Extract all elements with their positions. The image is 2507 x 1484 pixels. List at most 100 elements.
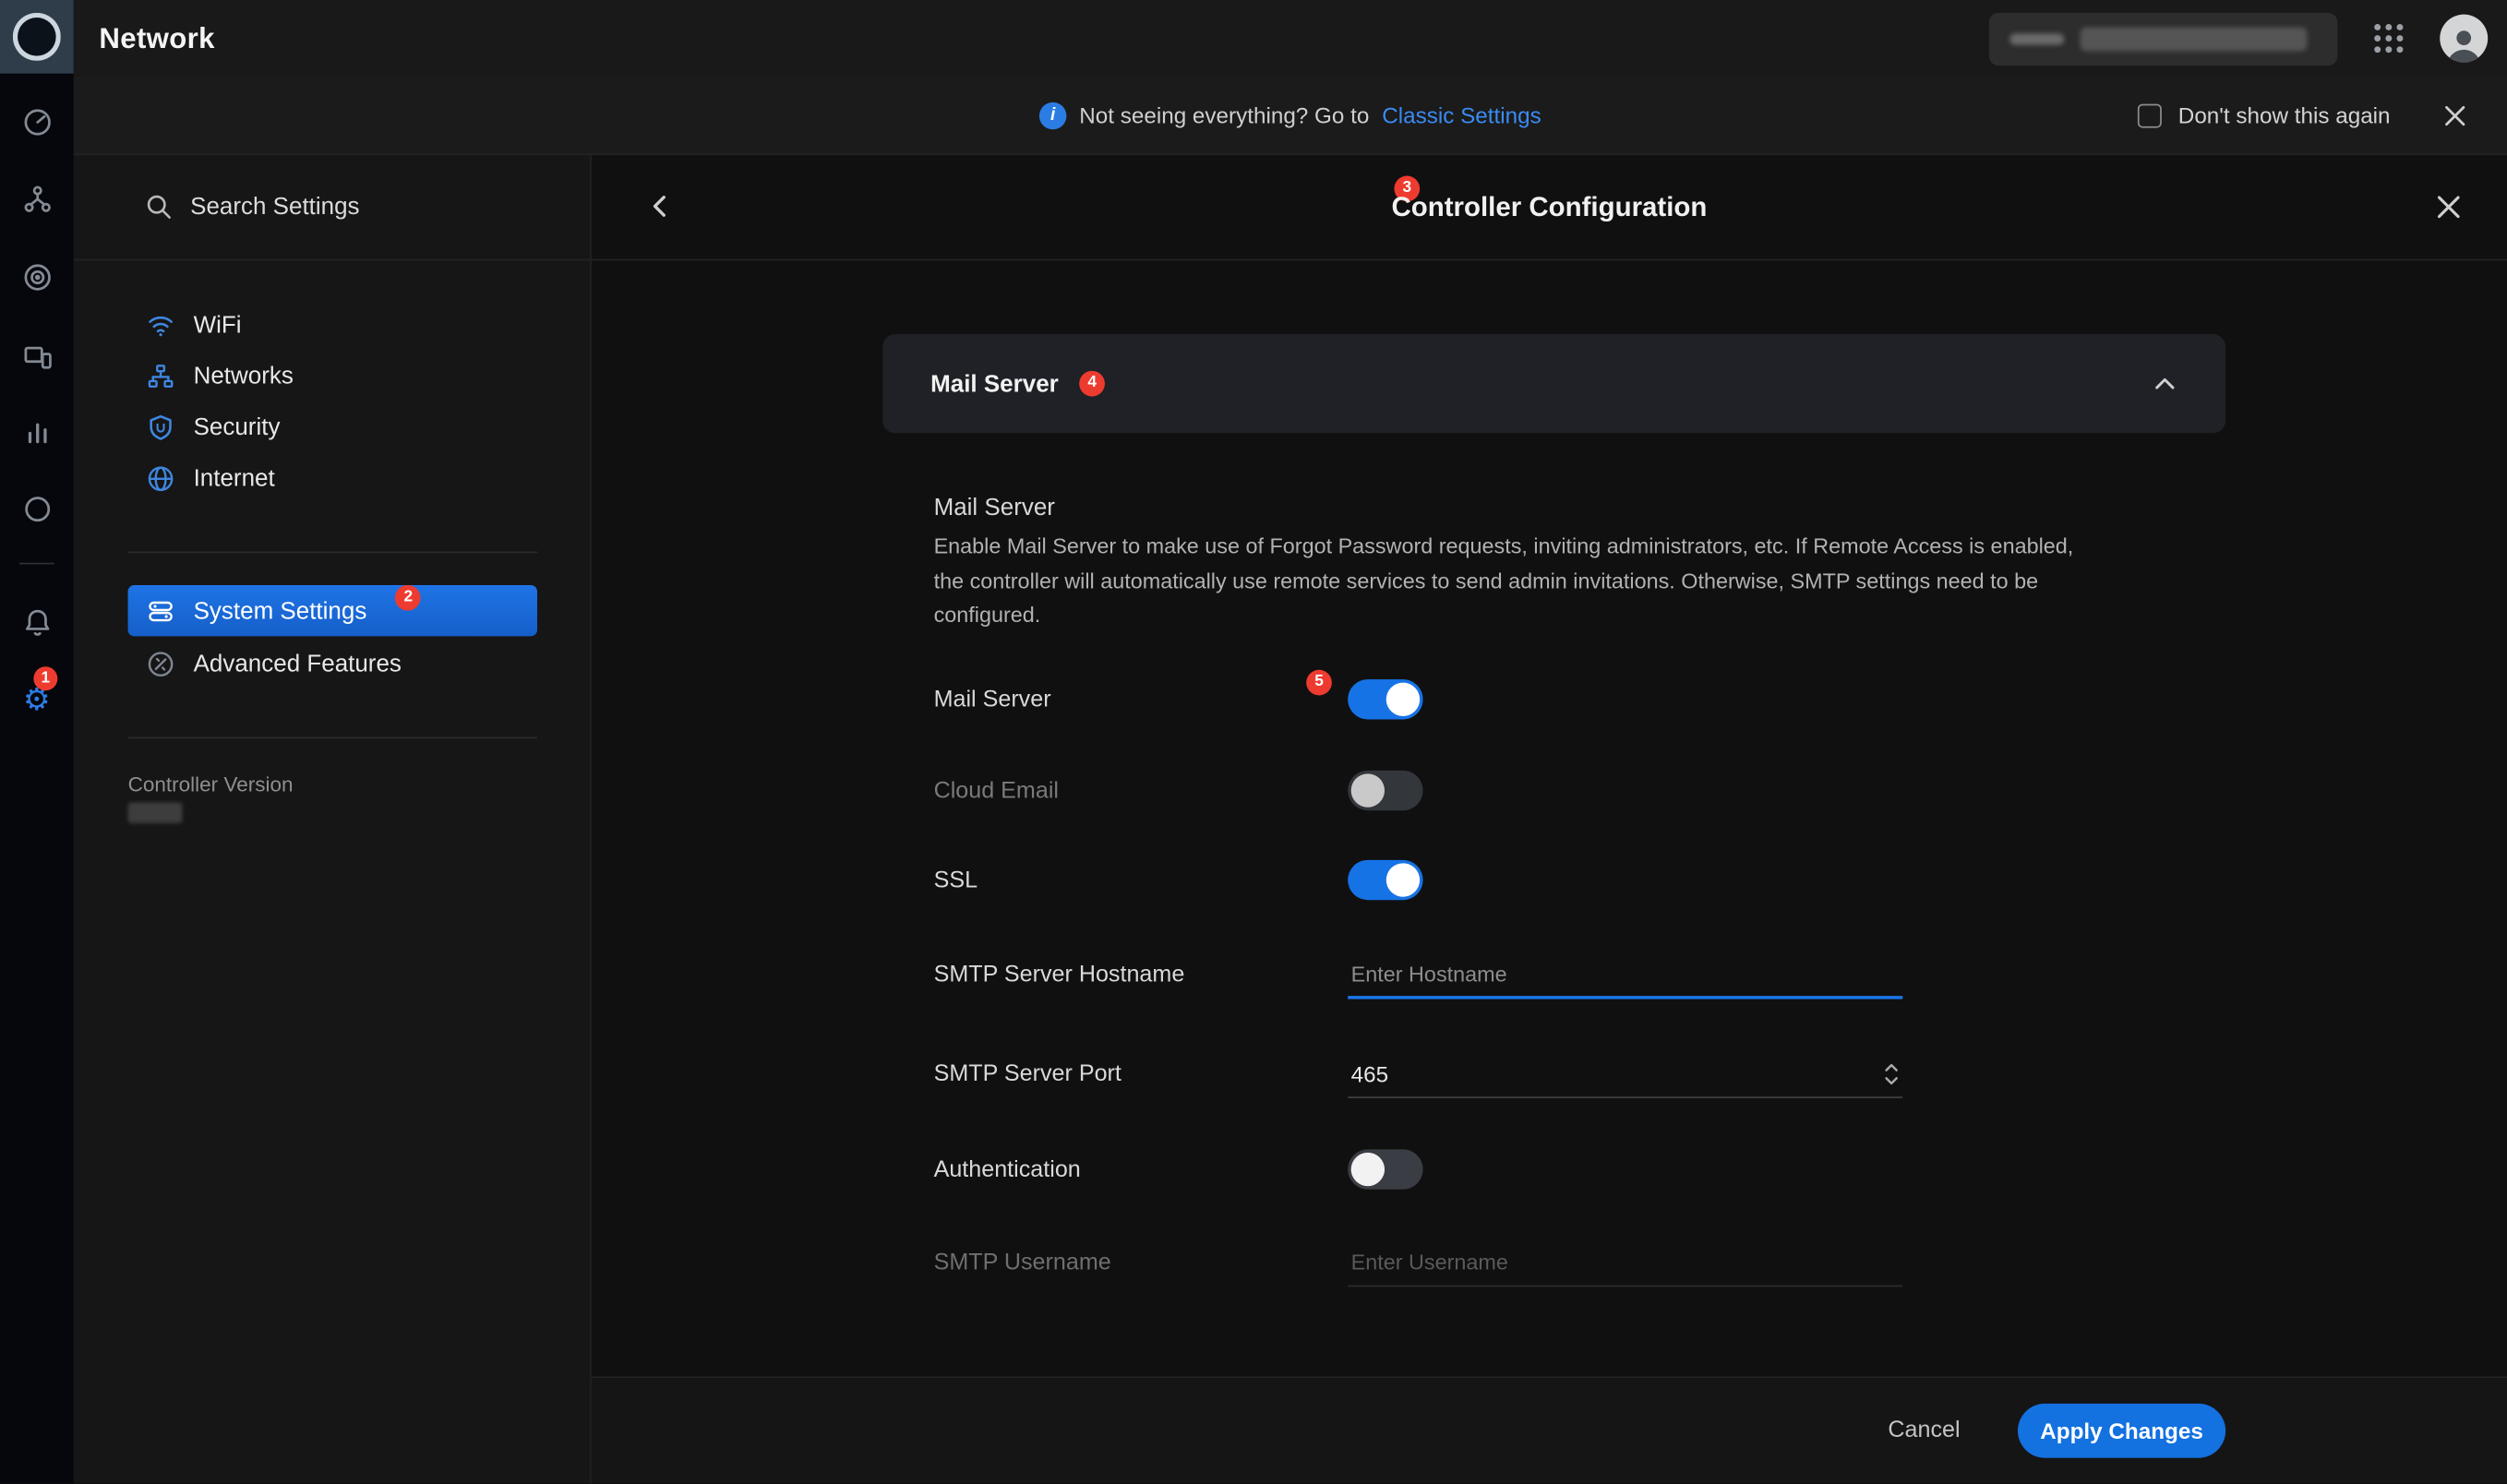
step-badge: 3 xyxy=(1394,175,1421,202)
internet-globe-icon xyxy=(147,464,174,491)
field-label: SMTP Username xyxy=(933,1250,1111,1276)
field-label: SMTP Server Port xyxy=(933,1061,1122,1087)
controller-version-label: Controller Version xyxy=(127,772,294,796)
toggle-knob xyxy=(1385,863,1421,897)
smtp-port-input[interactable] xyxy=(1348,1050,1903,1097)
user-avatar[interactable] xyxy=(2440,14,2489,63)
sidebar-item-label: Internet xyxy=(193,464,275,492)
sidebar-item-wifi[interactable]: WiFi xyxy=(128,299,537,350)
banner-close-icon[interactable] xyxy=(2441,102,2468,128)
app-root: ⚙ 1 Network i Not seeing everything? Go … xyxy=(0,0,2507,1484)
apps-grid-icon[interactable] xyxy=(2374,23,2404,54)
dashboard-icon[interactable] xyxy=(0,85,74,159)
sidebar-item-networks[interactable]: Networks xyxy=(128,350,537,401)
security-shield-icon xyxy=(147,413,174,440)
system-settings-badge: 2 xyxy=(395,584,422,611)
advanced-features-icon xyxy=(147,650,174,676)
port-stepper-icon[interactable] xyxy=(1883,1059,1899,1086)
clients-icon[interactable] xyxy=(0,472,74,545)
wifi-icon xyxy=(147,311,174,338)
cloud-email-row: Cloud Email xyxy=(933,770,2443,811)
search-icon xyxy=(147,195,171,219)
toggle-knob xyxy=(1350,773,1385,808)
smtp-hostname-row: SMTP Server Hostname xyxy=(934,951,2443,999)
dont-show-label: Don't show this again xyxy=(2177,102,2391,128)
field-label: SMTP Server Hostname xyxy=(933,962,1185,988)
devices-icon[interactable] xyxy=(0,318,74,392)
mail-server-row: Mail Server 5 xyxy=(933,669,2443,720)
rail-divider xyxy=(18,562,54,565)
dont-show-checkbox[interactable] xyxy=(2138,102,2163,127)
mail-server-badge: 5 xyxy=(1306,669,1332,696)
authentication-row: Authentication xyxy=(933,1149,2443,1190)
topbar: Network xyxy=(73,0,2507,78)
ssl-row: SSL xyxy=(933,859,2443,901)
smtp-port-field xyxy=(1348,1050,1903,1098)
panel-footer: Cancel Apply Changes xyxy=(591,1376,2507,1484)
sidebar-item-label: System Settings xyxy=(193,596,367,625)
accordion-badge: 4 xyxy=(1079,370,1105,397)
section-title: Mail Server xyxy=(933,494,1055,521)
cloud-email-toggle[interactable] xyxy=(1348,770,1423,811)
topology-icon[interactable] xyxy=(0,162,74,235)
back-icon[interactable] xyxy=(646,192,675,221)
topbar-right xyxy=(1988,11,2507,66)
settings-badge: 1 xyxy=(33,666,58,691)
controller-configuration-panel: 3 Controller Configuration Mail Server 4… xyxy=(591,155,2507,1484)
sidebar-item-internet[interactable]: Internet xyxy=(128,452,537,503)
app-title: Network xyxy=(99,21,215,54)
sidebar-divider xyxy=(127,551,537,554)
redacted-blob xyxy=(2080,26,2308,51)
redacted-blob xyxy=(2009,32,2065,44)
smtp-username-input[interactable] xyxy=(1348,1239,1903,1286)
banner-dismiss-group: Don't show this again xyxy=(2138,77,2507,153)
settings-search[interactable]: Search Settings xyxy=(73,155,591,261)
ssl-toggle[interactable] xyxy=(1348,859,1423,901)
smtp-port-row: SMTP Server Port xyxy=(934,1050,2443,1098)
sidebar-item-label: Security xyxy=(193,413,281,441)
sidebar-item-label: WiFi xyxy=(193,310,242,339)
console-selector[interactable] xyxy=(1988,11,2338,66)
panel-body: Mail Server 4 Mail Server Enable Mail Se… xyxy=(592,260,2507,1377)
sidebar-item-label: Networks xyxy=(193,362,294,389)
field-label: SSL xyxy=(933,867,978,893)
networks-icon xyxy=(147,362,174,389)
toggle-knob xyxy=(1385,682,1421,716)
smtp-hostname-field xyxy=(1348,951,1903,999)
panel-close-icon[interactable] xyxy=(2433,192,2464,222)
cancel-button[interactable]: Cancel xyxy=(1888,1418,1960,1444)
smtp-username-row: SMTP Username xyxy=(934,1239,2443,1287)
search-label: Search Settings xyxy=(190,193,360,221)
unifi-logo[interactable] xyxy=(0,0,74,74)
sidebar-item-label: Advanced Features xyxy=(193,650,402,677)
banner-message: i Not seeing everything? Go to Classic S… xyxy=(1038,77,1541,153)
radios-icon[interactable] xyxy=(0,240,74,314)
accordion-title: Mail Server xyxy=(930,369,1059,398)
classic-settings-link[interactable]: Classic Settings xyxy=(1382,102,1541,128)
mail-server-accordion-header[interactable]: Mail Server 4 xyxy=(882,334,2226,434)
settings-gear-icon[interactable]: ⚙ 1 xyxy=(0,664,74,737)
field-label: Cloud Email xyxy=(933,777,1059,804)
section-description: Enable Mail Server to make use of Forgot… xyxy=(933,533,2074,628)
info-icon: i xyxy=(1038,101,1067,129)
field-label: Mail Server xyxy=(933,686,1051,712)
apply-changes-button[interactable]: Apply Changes xyxy=(2017,1404,2226,1459)
authentication-toggle[interactable] xyxy=(1348,1149,1423,1190)
sidebar-item-system-settings[interactable]: System Settings 2 xyxy=(127,584,537,637)
app-rail: ⚙ 1 xyxy=(0,0,74,1484)
mail-server-toggle[interactable] xyxy=(1348,679,1423,720)
notice-banner: i Not seeing everything? Go to Classic S… xyxy=(73,77,2507,156)
logo-disc-icon xyxy=(12,12,61,61)
smtp-username-field xyxy=(1348,1239,1903,1287)
sidebar-item-advanced-features[interactable]: Advanced Features xyxy=(128,638,537,688)
field-label: Authentication xyxy=(933,1156,1081,1182)
chevron-up-icon[interactable] xyxy=(2152,371,2177,397)
notifications-bell-icon[interactable] xyxy=(0,585,74,659)
sidebar-item-security[interactable]: Security xyxy=(128,401,537,452)
panel-header: 3 Controller Configuration xyxy=(591,155,2507,261)
settings-sidebar: Search Settings WiFi Networks Security I… xyxy=(73,155,592,1484)
panel-title: Controller Configuration xyxy=(1391,191,1708,222)
system-settings-icon xyxy=(147,597,174,624)
insights-icon[interactable] xyxy=(0,395,74,469)
smtp-hostname-input[interactable] xyxy=(1348,951,1903,997)
